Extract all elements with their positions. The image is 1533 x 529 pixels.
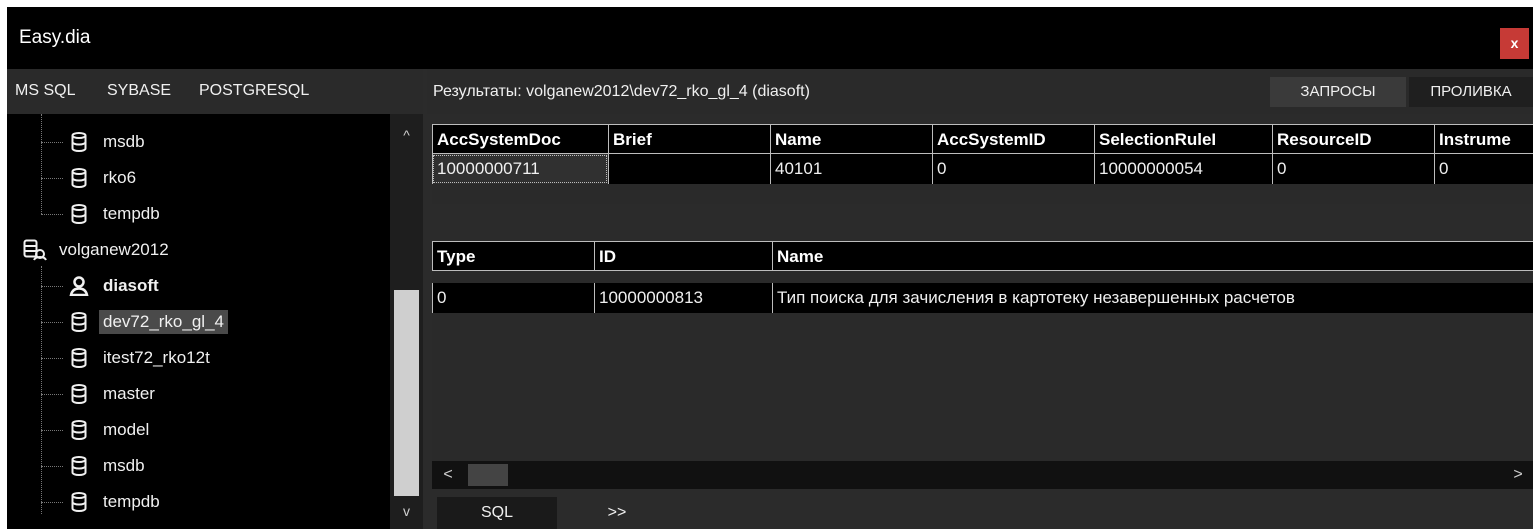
database-icon [67,202,91,226]
tree-connector [41,178,63,179]
tree-item-label: itest72_rko12t [103,348,210,367]
database-icon [67,490,91,514]
tree-connector [41,322,63,323]
table-row[interactable]: 10000000711 40101 0 10000000054 0 0 [432,154,1533,184]
column-header[interactable]: Name [770,124,932,154]
tree-item-label: tempdb [103,204,160,223]
server-type-tabs: MS SQL SYBASE POSTGRESQL [7,69,423,114]
column-header[interactable]: Type [432,241,594,271]
grid-horizontal-scrollbar[interactable]: < > [432,461,1533,489]
tree-item-label: diasoft [103,276,159,295]
column-header[interactable]: ID [594,241,772,271]
table-cell[interactable]: 0 [1272,154,1434,184]
tab-mssql[interactable]: MS SQL [15,82,75,100]
tree-item-label: volganew2012 [59,240,169,259]
app-window: Easy.dia x MS SQL SYBASE POSTGRESQL msdb… [7,7,1533,529]
results-title: Результаты: volganew2012\dev72_rko_gl_4 … [433,83,810,100]
results-header: Результаты: volganew2012\dev72_rko_gl_4 … [427,69,1533,114]
tree-connector [41,114,42,214]
tree-item-itest72-rko12t[interactable]: itest72_rko12t [67,342,214,374]
database-icon [67,454,91,478]
column-header[interactable]: Name [772,241,1533,271]
tree-item-label: model [103,420,150,439]
table-cell[interactable]: 10000000711 [432,154,608,184]
tree-vertical-scrollbar[interactable]: ^ v [390,114,423,529]
grid-header-row: Type ID Name [432,241,1533,271]
tree-item-model[interactable]: model [67,414,153,446]
tree-item-server-volganew2012[interactable]: volganew2012 [23,234,173,266]
table-cell[interactable]: Тип поиска для зачисления в картотеку не… [772,283,1533,313]
results-panel: Результаты: volganew2012\dev72_rko_gl_4 … [427,69,1533,529]
tree-item-msdb[interactable]: msdb [67,126,149,158]
tree-connector [41,266,42,514]
column-header[interactable]: Instrume [1434,124,1533,154]
table-cell[interactable]: 10000000054 [1094,154,1272,184]
window-title: Easy.dia [19,27,91,48]
tree-connector [41,286,63,287]
tree-item-msdb-2[interactable]: msdb [67,450,149,482]
results-grid-2: Type ID Name 0 10000000813 Тип поиска дл… [432,241,1533,461]
table-cell[interactable]: 0 [1434,154,1533,184]
column-header[interactable]: AccSystemDoc [432,124,608,154]
tree-item-label: msdb [103,132,145,151]
database-icon [67,346,91,370]
tree-item-label: tempdb [103,492,160,511]
database-tree: msdb rko6 tempdb volganew2012 diasoft de… [7,114,399,529]
scroll-right-icon[interactable]: > [1504,461,1532,489]
tree-connector [41,502,63,503]
tree-connector [41,430,63,431]
scroll-left-icon[interactable]: < [434,461,462,489]
tree-item-label-selected: dev72_rko_gl_4 [99,310,228,334]
close-button[interactable]: x [1500,28,1529,59]
results-grid-1: AccSystemDoc Brief Name AccSystemID Sele… [432,124,1533,204]
user-icon [67,274,91,298]
database-icon [67,382,91,406]
scrollbar-thumb[interactable] [394,290,419,496]
grid-header-row: AccSystemDoc Brief Name AccSystemID Sele… [432,124,1533,154]
tree-item-label: msdb [103,456,145,475]
tree-connector [41,142,63,143]
tree-item-master[interactable]: master [67,378,159,410]
column-header[interactable]: AccSystemID [932,124,1094,154]
table-cell[interactable]: 0 [932,154,1094,184]
table-cell[interactable]: 40101 [770,154,932,184]
tree-connector [41,466,63,467]
database-icon [67,418,91,442]
tree-connector [41,358,63,359]
scrollbar-thumb[interactable] [468,464,508,486]
flush-button[interactable]: ПРОЛИВКА [1409,77,1533,107]
tab-postgresql[interactable]: POSTGRESQL [199,82,309,100]
column-header[interactable]: SelectionRuleI [1094,124,1272,154]
table-row[interactable]: 0 10000000813 Тип поиска для зачисления … [432,283,1533,313]
tree-item-tempdb-2[interactable]: tempdb [67,486,164,518]
tab-sql[interactable]: SQL [437,497,557,529]
table-cell[interactable]: 0 [432,283,594,313]
tree-connector [41,394,63,395]
tree-item-dev72-rko-gl-4[interactable]: dev72_rko_gl_4 [67,306,228,338]
server-icon [23,238,47,262]
database-icon [67,310,91,334]
title-bar: Easy.dia x [7,7,1533,69]
tree-connector [41,214,63,215]
tab-more[interactable]: >> [587,497,647,529]
tree-item-label: rko6 [103,168,137,187]
column-header[interactable]: ResourceID [1272,124,1434,154]
table-cell[interactable] [608,154,770,184]
tree-item-label: master [103,384,155,403]
connection-panel: MS SQL SYBASE POSTGRESQL msdb rko6 tempd… [7,69,423,529]
database-icon [67,130,91,154]
scroll-down-icon[interactable]: v [390,496,423,526]
table-cell[interactable]: 10000000813 [594,283,772,313]
tab-sybase[interactable]: SYBASE [107,82,171,100]
tree-item-tempdb[interactable]: tempdb [67,198,164,230]
scroll-up-icon[interactable]: ^ [390,120,423,150]
column-header[interactable]: Brief [608,124,770,154]
database-icon [67,166,91,190]
tree-item-rko6[interactable]: rko6 [67,162,140,194]
queries-button[interactable]: ЗАПРОСЫ [1270,77,1406,107]
tree-item-user-diasoft[interactable]: diasoft [67,270,163,302]
bottom-tabs: SQL >> [427,489,1533,529]
